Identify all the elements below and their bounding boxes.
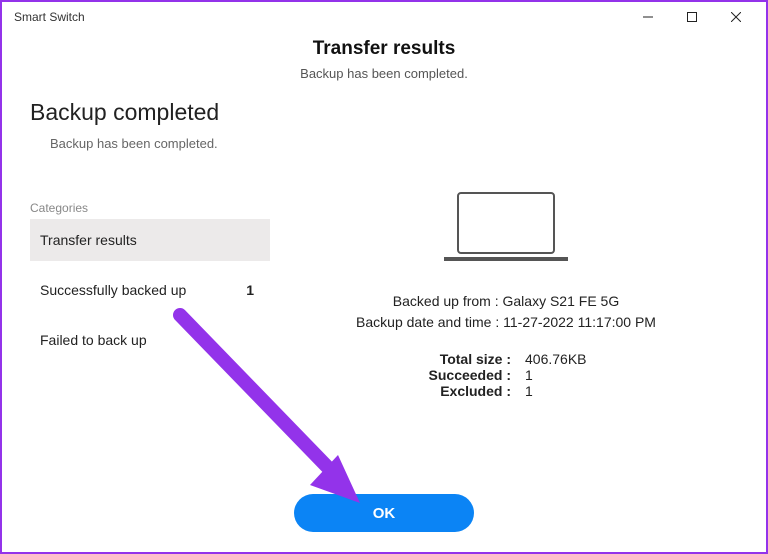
category-transfer-results[interactable]: Transfer results	[30, 219, 270, 261]
category-label: Failed to back up	[40, 332, 254, 348]
backup-stats: Total size : 406.76KB Succeeded : 1 Excl…	[411, 351, 601, 399]
stat-succeeded: Succeeded : 1	[411, 367, 601, 383]
left-panel: Backup completed Backup has been complet…	[30, 99, 270, 480]
maximize-icon	[687, 12, 697, 22]
titlebar: Smart Switch	[2, 2, 766, 32]
summary-title: Backup completed	[30, 99, 270, 126]
stat-excluded: Excluded : 1	[411, 383, 601, 399]
summary-subtitle: Backup has been completed.	[50, 136, 270, 151]
minimize-button[interactable]	[626, 3, 670, 31]
right-panel: Backed up from : Galaxy S21 FE 5G Backup…	[270, 99, 742, 480]
ok-button[interactable]: OK	[294, 494, 474, 532]
page-title: Transfer results	[2, 38, 766, 60]
category-successfully-backed-up[interactable]: Successfully backed up 1	[30, 269, 270, 311]
category-label: Successfully backed up	[40, 282, 246, 298]
minimize-icon	[643, 12, 653, 22]
backup-date-time: Backup date and time : 11-27-2022 11:17:…	[356, 312, 656, 333]
close-button[interactable]	[714, 3, 758, 31]
content-area: Backup completed Backup has been complet…	[2, 81, 766, 480]
stat-total-size: Total size : 406.76KB	[411, 351, 601, 367]
page-header: Transfer results Backup has been complet…	[2, 38, 766, 81]
categories-label: Categories	[30, 201, 270, 215]
app-window: Smart Switch Transfer results Backup has…	[0, 0, 768, 554]
category-failed-to-back-up[interactable]: Failed to back up	[30, 319, 270, 361]
category-count: 1	[246, 282, 254, 298]
close-icon	[731, 12, 741, 22]
page-subtitle: Backup has been completed.	[2, 66, 766, 81]
footer: OK	[2, 480, 766, 552]
window-title: Smart Switch	[10, 10, 626, 24]
maximize-button[interactable]	[670, 3, 714, 31]
laptop-icon	[436, 189, 576, 269]
category-label: Transfer results	[40, 232, 254, 248]
backed-up-from: Backed up from : Galaxy S21 FE 5G	[393, 291, 619, 312]
